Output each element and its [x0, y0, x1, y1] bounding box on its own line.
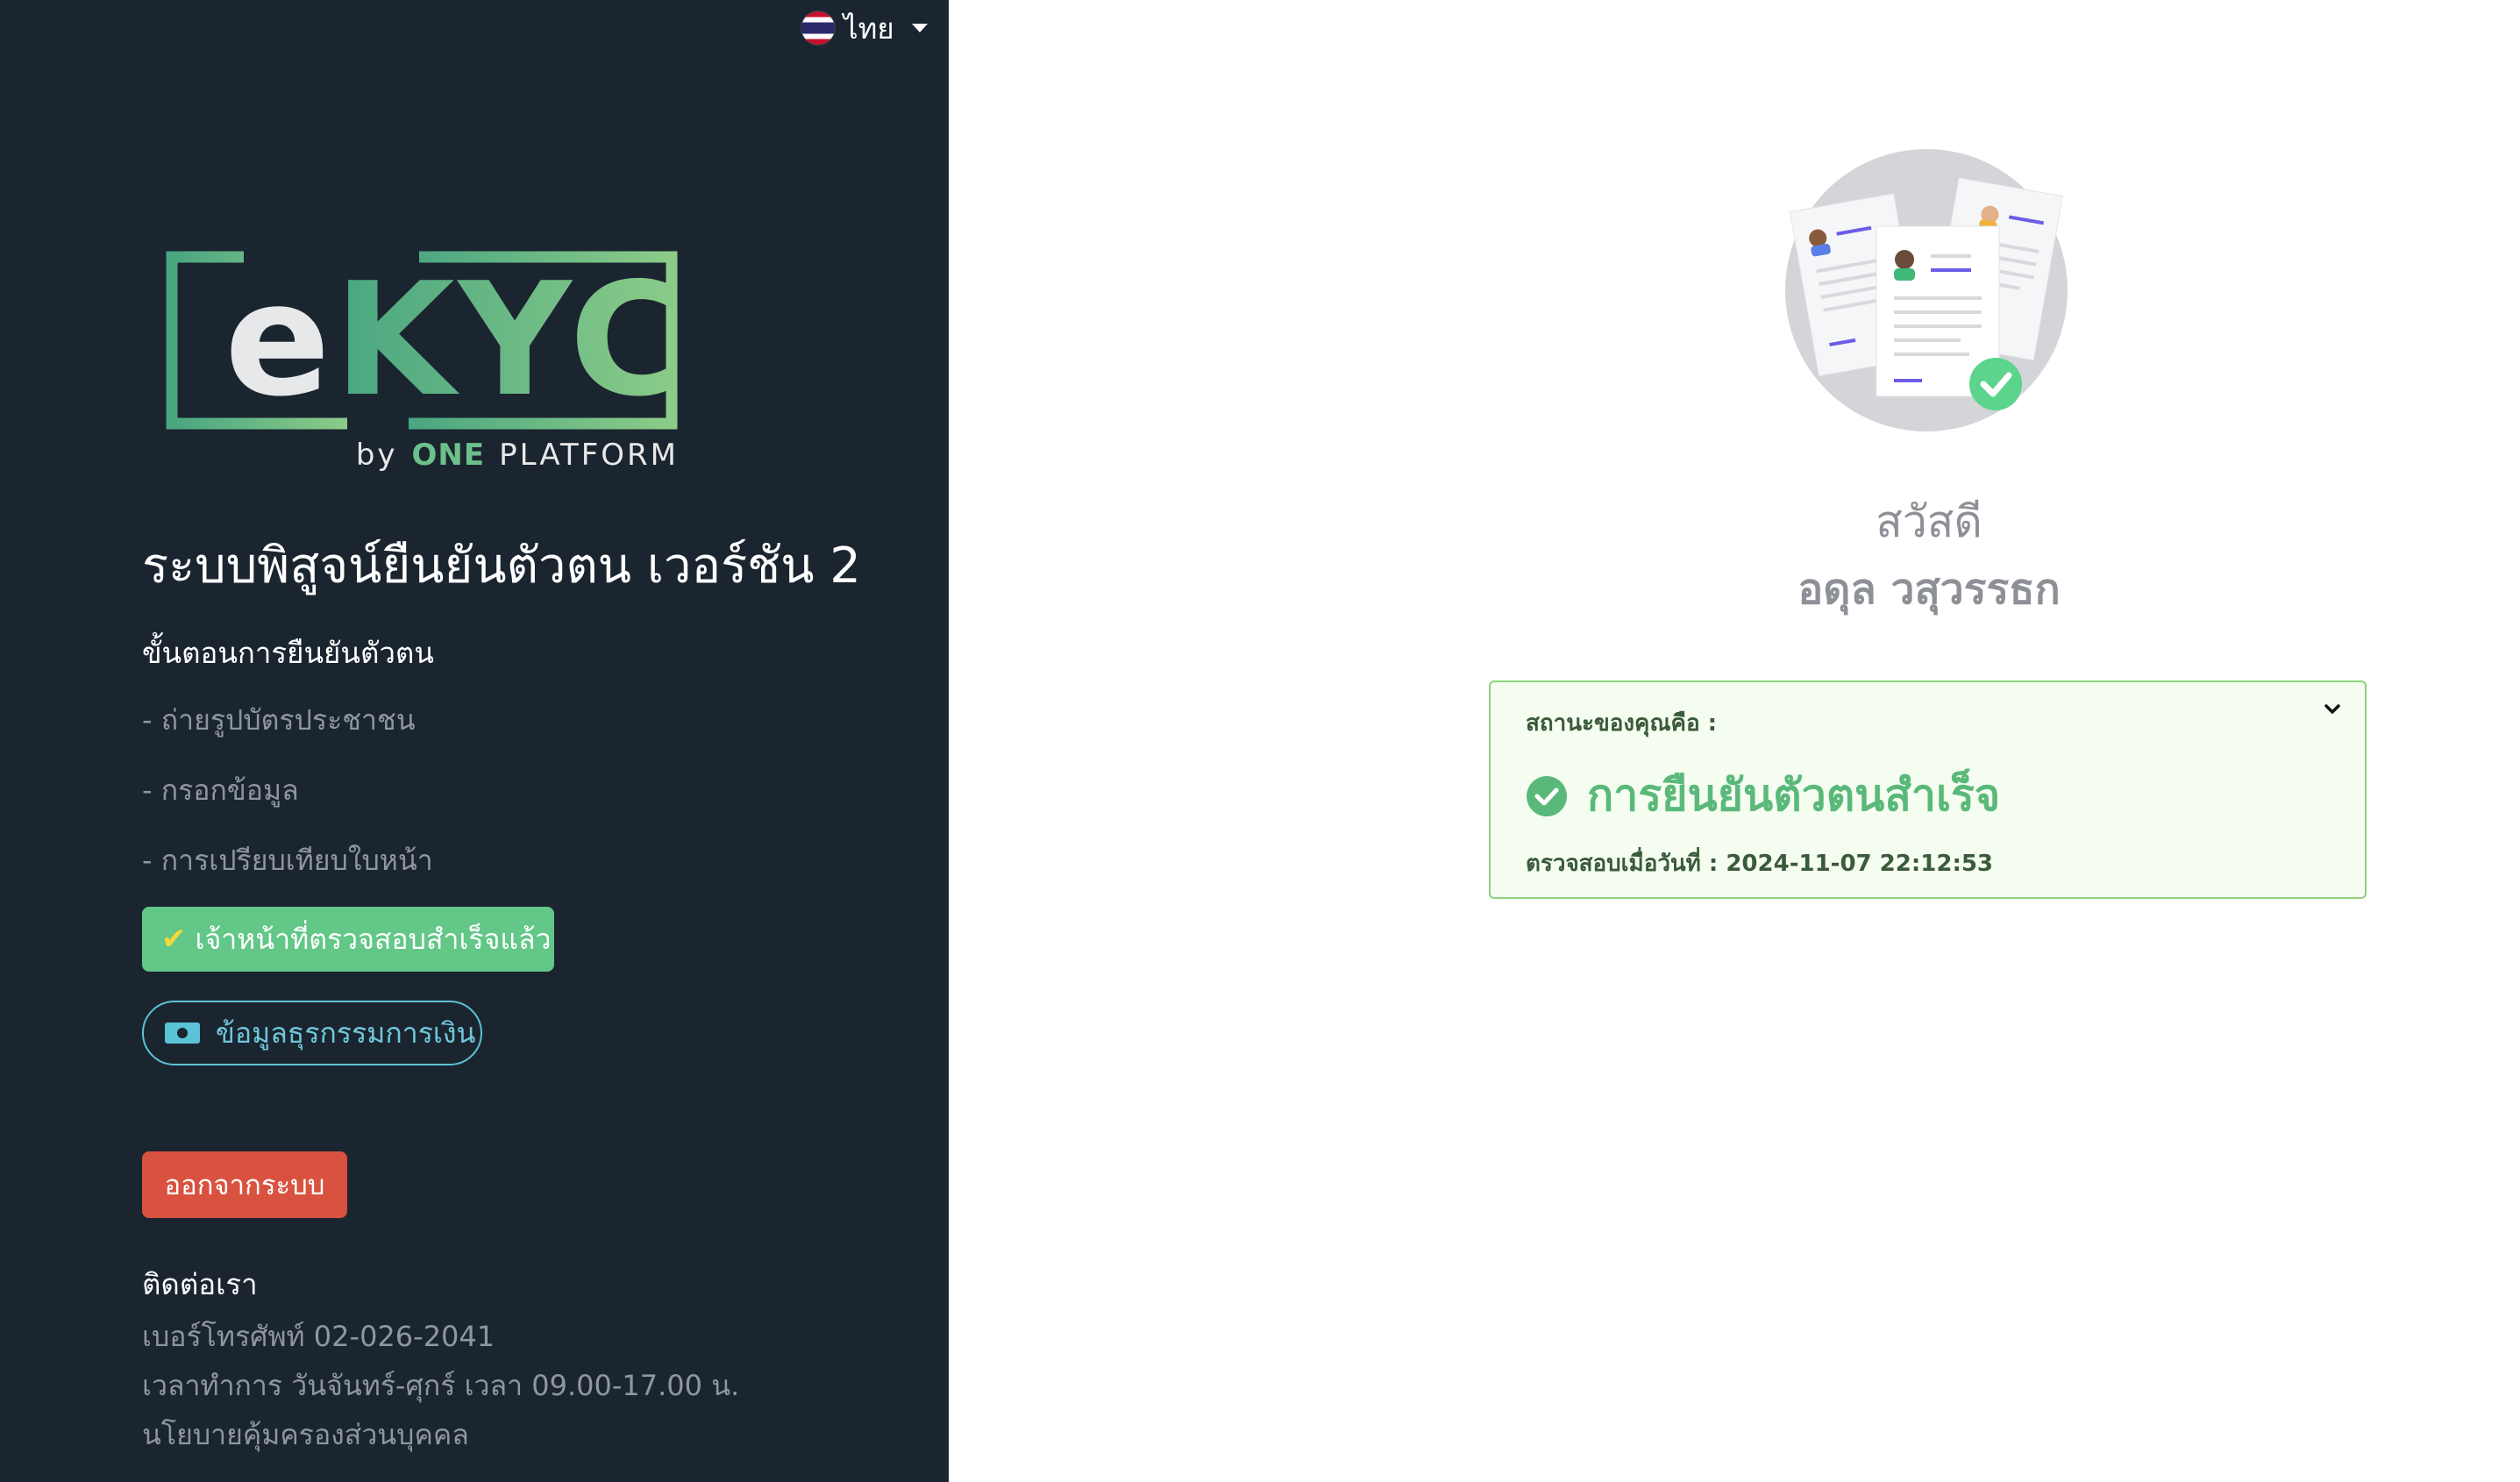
step-item: - กรอกข้อมูล — [142, 773, 299, 807]
status-checked-date: ตรวจสอบเมื่อวันที่ : 2024-11-07 22:12:53 — [1526, 851, 1994, 877]
logo-brand-platform: PLATFORM — [499, 438, 679, 473]
status-label: สถานะของคุณคือ : — [1526, 710, 1718, 737]
officer-verified-button[interactable]: ✔ เจ้าหน้าที่ตรวจสอบสำเร็จแล้ว — [142, 907, 554, 972]
thai-flag-icon — [801, 11, 835, 45]
contact-heading: ติดต่อเรา — [142, 1267, 258, 1301]
financial-transactions-button[interactable]: ข้อมูลธุรกรรมการเงิน — [142, 1001, 482, 1065]
officer-verified-label: เจ้าหน้าที่ตรวจสอบสำเร็จแล้ว — [195, 922, 552, 956]
caret-down-icon — [911, 24, 928, 32]
status-value: การยืนยันตัวตนสำเร็จ — [1587, 770, 2001, 821]
verification-status-card: สถานะของคุณคือ : การยืนยันตัวตนสำเร็จ ตร… — [1489, 680, 2367, 899]
logo-byline: by ONE PLATFORM — [356, 438, 679, 473]
logo-wordmark: e KYC — [224, 257, 687, 424]
user-name: อดุล วสุวรรธก — [1797, 565, 2061, 614]
logout-button[interactable]: ออกจากระบบ — [142, 1151, 347, 1218]
contact-phone: เบอร์โทรศัพท์ 02-026-2041 — [142, 1320, 495, 1353]
steps-heading: ขั้นตอนการยืนยันตัวตน — [142, 636, 434, 670]
status-value-row: การยืนยันตัวตนสำเร็จ — [1526, 761, 2000, 830]
check-circle-icon — [1527, 775, 1567, 816]
sidebar: ไทย e KYC by ONE PLATFORM ระบบพิสูจน์ยืน… — [0, 0, 949, 1482]
step-item: - การเปรียบเทียบใบหน้า — [142, 844, 433, 877]
contact-hours: เวลาทำการ วันจันทร์-ศุกร์ เวลา 09.00-17.… — [142, 1369, 740, 1402]
greeting-text: สวัสดี — [1876, 496, 1983, 547]
language-selector[interactable]: ไทย — [801, 5, 928, 51]
language-label: ไทย — [844, 11, 894, 46]
logo-letters-kyc: KYC — [333, 249, 687, 431]
money-icon — [165, 1022, 200, 1044]
check-icon: ✔ — [161, 922, 187, 957]
logo-brand-one: ONE — [411, 438, 486, 473]
documents-verified-illustration — [1785, 149, 2068, 431]
ekyc-logo: e KYC by ONE PLATFORM — [165, 250, 684, 478]
financial-transactions-label: ข้อมูลธุรกรรมการเงิน — [216, 1015, 476, 1050]
step-item: - ถ่ายรูปบัตรประชาชน — [142, 703, 416, 737]
privacy-policy-link[interactable]: นโยบายคุ้มครองส่วนบุคคล — [142, 1413, 469, 1457]
logo-by-text: by — [355, 438, 398, 473]
page-title: ระบบพิสูจน์ยืนยันตัวตน เวอร์ชัน 2 — [142, 538, 861, 595]
chevron-down-icon[interactable] — [2323, 700, 2342, 719]
logo-letter-e: e — [224, 249, 334, 431]
